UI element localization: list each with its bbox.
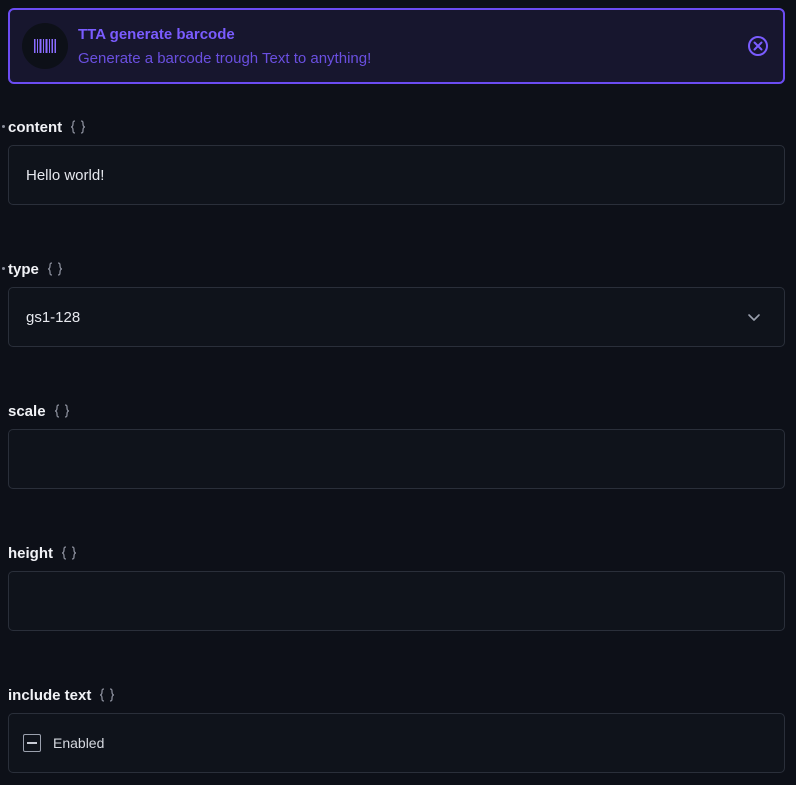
required-indicator	[2, 267, 5, 270]
scale-label: scale	[8, 402, 46, 420]
field-label-row: scale	[8, 401, 70, 421]
include-text-box: Enabled	[8, 713, 785, 773]
field-include-text: include text Enabled	[0, 685, 796, 775]
field-height: height	[0, 543, 796, 633]
close-button[interactable]	[747, 35, 769, 57]
node-subtitle: Generate a barcode trough Text to anythi…	[78, 50, 372, 67]
include-text-label: include text	[8, 686, 92, 704]
include-text-checkbox-label: Enabled	[53, 735, 105, 751]
barcode-form-panel: TTA generate barcode Generate a barcode …	[0, 0, 796, 785]
expression-braces-icon[interactable]	[70, 120, 86, 134]
height-input[interactable]	[9, 572, 784, 630]
expression-braces-icon[interactable]	[47, 262, 63, 276]
node-title: TTA generate barcode	[78, 26, 235, 43]
scale-input-box	[8, 429, 785, 489]
scale-input[interactable]	[9, 430, 784, 488]
header-text: TTA generate barcode Generate a barcode …	[78, 24, 747, 68]
field-label-row: type	[2, 259, 63, 279]
indeterminate-dash-icon	[27, 742, 37, 744]
height-label: height	[8, 544, 53, 562]
barcode-icon	[34, 39, 56, 53]
chevron-down-icon	[746, 309, 762, 325]
field-scale: scale	[0, 401, 796, 491]
field-label-row: height	[8, 543, 77, 563]
expression-braces-icon[interactable]	[54, 404, 70, 418]
node-header-card: TTA generate barcode Generate a barcode …	[8, 8, 785, 84]
type-select[interactable]: gs1-128	[8, 287, 785, 347]
type-label: type	[8, 260, 39, 278]
field-label-row: include text	[8, 685, 115, 705]
type-selected-value: gs1-128	[26, 308, 81, 326]
include-text-checkbox[interactable]	[23, 734, 41, 752]
content-input[interactable]	[9, 146, 784, 204]
field-content: content	[0, 117, 796, 207]
field-label-row: content	[2, 117, 86, 137]
required-indicator	[2, 125, 5, 128]
content-label: content	[8, 118, 63, 136]
close-circle-icon	[748, 36, 768, 56]
field-type: type gs1-128	[0, 259, 796, 349]
expression-braces-icon[interactable]	[61, 546, 77, 560]
height-input-box	[8, 571, 785, 631]
expression-braces-icon[interactable]	[99, 688, 115, 702]
include-text-checkbox-row[interactable]: Enabled	[9, 734, 104, 752]
node-avatar	[22, 23, 68, 69]
content-input-box	[8, 145, 785, 205]
